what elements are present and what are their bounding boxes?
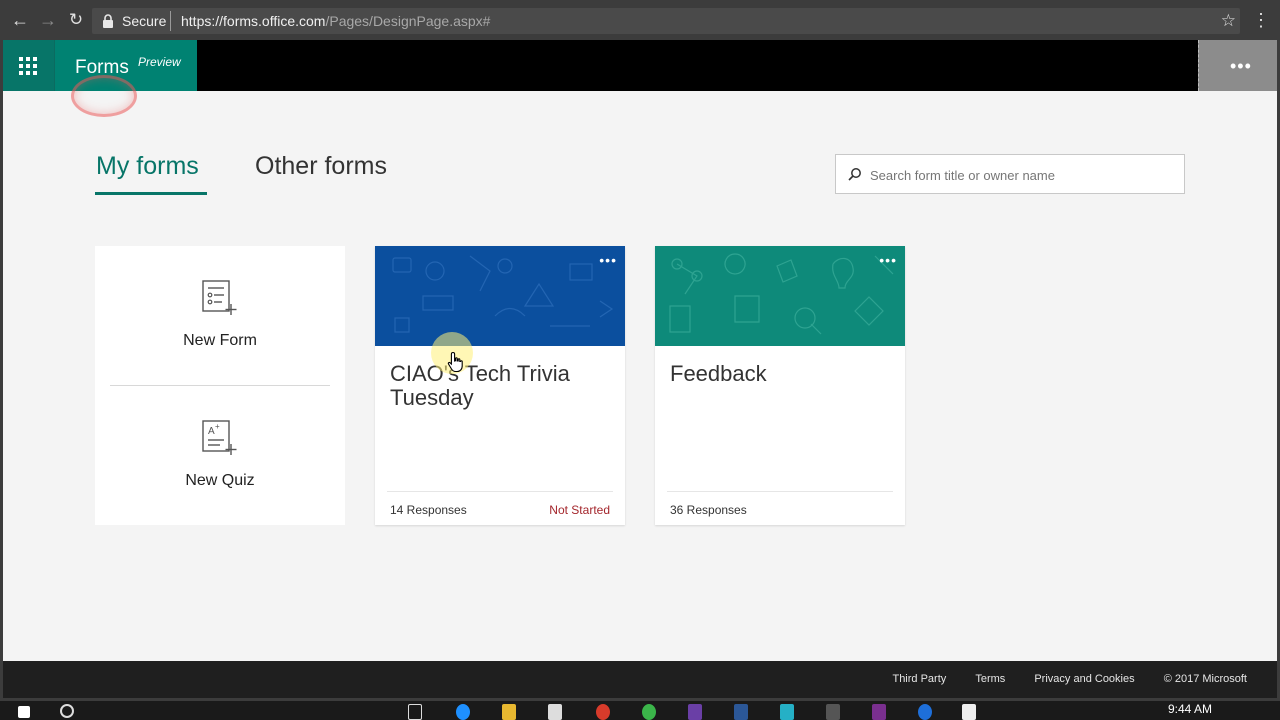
- url-path: /Pages/DesignPage.aspx#: [325, 13, 491, 29]
- start-icon[interactable]: [18, 706, 30, 718]
- store-icon[interactable]: [548, 704, 562, 720]
- app-header: Forms Preview •••: [3, 40, 1277, 91]
- app-icon[interactable]: [918, 704, 932, 720]
- app-icon[interactable]: [962, 704, 976, 720]
- form-card[interactable]: ••• CIAO's Tech Trivia Tuesday 14 Respon…: [375, 246, 625, 525]
- search-taskbar-icon[interactable]: [60, 704, 74, 718]
- card-divider: [387, 491, 613, 492]
- new-quiz-icon: A +: [202, 420, 237, 455]
- footer-links: Third Party Terms Privacy and Cookies © …: [866, 673, 1247, 685]
- form-title: Feedback: [670, 361, 767, 386]
- card-divider: [667, 491, 893, 492]
- app-launcher-button[interactable]: [3, 40, 54, 91]
- address-bar[interactable]: Secure https://forms.office.com/Pages/De…: [92, 8, 1240, 34]
- browser-toolbar: ← → ↻ Secure https://forms.office.com/Pa…: [0, 0, 1280, 40]
- new-quiz-label: New Quiz: [185, 472, 255, 489]
- app-icon[interactable]: [826, 704, 840, 720]
- header-more-button[interactable]: •••: [1198, 40, 1277, 91]
- chrome-icon[interactable]: [596, 704, 610, 720]
- status-badge: Not Started: [549, 503, 610, 517]
- app-icon[interactable]: [872, 704, 886, 720]
- response-count: 36 Responses: [670, 503, 747, 517]
- explorer-icon[interactable]: [502, 704, 516, 720]
- forward-arrow-icon[interactable]: →: [38, 10, 58, 30]
- form-card[interactable]: ••• Feedback 36 Responses: [655, 246, 905, 525]
- onenote-icon[interactable]: [688, 704, 702, 720]
- secure-label: Secure: [122, 13, 167, 29]
- url-separator: [170, 11, 171, 31]
- form-card-banner: •••: [375, 246, 625, 346]
- url-host: https://forms.office.com: [181, 13, 326, 29]
- screen: ← → ↻ Secure https://forms.office.com/Pa…: [0, 0, 1280, 720]
- new-form-button[interactable]: New Form: [95, 246, 345, 385]
- svg-text:+: +: [215, 422, 220, 431]
- bookmark-star-icon[interactable]: ☆: [1221, 11, 1236, 31]
- form-card-banner: •••: [655, 246, 905, 346]
- search-input[interactable]: [870, 164, 1170, 186]
- page-footer: Third Party Terms Privacy and Cookies © …: [3, 661, 1277, 698]
- footer-link-third-party[interactable]: Third Party: [892, 673, 946, 685]
- click-indicator: [71, 75, 137, 117]
- more-dots-icon: •••: [1230, 56, 1252, 76]
- active-tab-underline: [95, 192, 207, 195]
- banner-pattern: [392, 255, 614, 333]
- tab-other-forms[interactable]: Other forms: [255, 152, 387, 181]
- task-view-icon[interactable]: [408, 704, 422, 720]
- app-icon[interactable]: [642, 704, 656, 720]
- search-box[interactable]: [835, 154, 1185, 194]
- lock-icon: [103, 14, 113, 28]
- taskbar-clock[interactable]: 9:44 AM: [1168, 702, 1212, 716]
- new-card: New Form A + New Quiz: [95, 246, 345, 525]
- svg-text:A: A: [208, 426, 215, 437]
- response-count: 14 Responses: [390, 503, 467, 517]
- footer-link-privacy[interactable]: Privacy and Cookies: [1034, 673, 1134, 685]
- tab-my-forms[interactable]: My forms: [96, 152, 199, 181]
- banner-pattern: [669, 253, 894, 335]
- form-title: CIAO's Tech Trivia Tuesday: [390, 361, 570, 410]
- edge-icon[interactable]: [456, 704, 470, 720]
- browser-menu-icon[interactable]: ⋮: [1252, 10, 1270, 30]
- waffle-icon: [19, 57, 37, 75]
- word-icon[interactable]: [734, 704, 748, 720]
- new-quiz-button[interactable]: A + New Quiz: [95, 386, 345, 525]
- url-text[interactable]: https://forms.office.com/Pages/DesignPag…: [181, 13, 490, 29]
- copyright: © 2017 Microsoft: [1163, 673, 1247, 685]
- new-form-icon: [202, 280, 237, 315]
- reload-icon[interactable]: ↻: [66, 10, 86, 30]
- new-form-label: New Form: [183, 332, 257, 349]
- app-icon[interactable]: [780, 704, 794, 720]
- search-icon: [848, 168, 861, 181]
- hand-cursor-icon: [447, 351, 463, 373]
- back-arrow-icon[interactable]: ←: [10, 10, 30, 30]
- footer-link-terms[interactable]: Terms: [975, 673, 1005, 685]
- preview-badge: Preview: [138, 55, 181, 69]
- card-more-icon[interactable]: •••: [879, 252, 897, 268]
- forms-page: Forms Preview ••• My forms Other forms S…: [3, 40, 1277, 698]
- card-more-icon[interactable]: •••: [599, 252, 617, 268]
- taskbar: 9:44 AM: [0, 701, 1280, 720]
